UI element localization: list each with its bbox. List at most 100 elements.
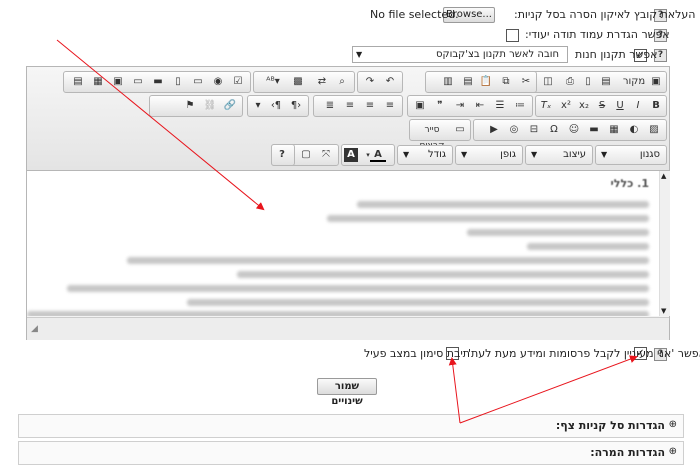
floating-cart-section[interactable]: ⊕ הגדרות סל קניות צף:	[18, 414, 684, 438]
blockquote-icon[interactable]: ❞	[432, 98, 448, 114]
font-combo-label: גופן	[500, 149, 516, 160]
image-icon[interactable]: ▨	[646, 122, 662, 138]
maximize-icon[interactable]: ⤧	[318, 147, 334, 163]
preview-icon[interactable]: ◫	[540, 74, 556, 90]
align-justify-icon[interactable]: ≣	[322, 98, 338, 114]
language-icon[interactable]: ▾	[250, 98, 266, 114]
format-combo[interactable]: עיצוב ▼	[525, 145, 593, 165]
paste-word-icon[interactable]: ▥	[440, 74, 456, 90]
find-icon[interactable]: ⌕	[334, 74, 350, 90]
chevron-down-icon[interactable]: ▾	[360, 147, 376, 163]
undo-icon[interactable]: ↶	[382, 74, 398, 90]
size-combo-label: גודל	[428, 149, 446, 160]
editor-scrollbar[interactable]: ▲ ▼	[659, 171, 670, 316]
chevron-down-icon[interactable]: ▼	[661, 307, 666, 315]
conversion-section[interactable]: ⊕ הגדרות המרה:	[18, 441, 684, 465]
chevron-up-icon[interactable]: ▲	[661, 172, 666, 180]
file-manager-group: סייר קבצים ▭	[409, 119, 471, 151]
font-combo[interactable]: גופן ▼	[455, 145, 523, 165]
paste-icon[interactable]: 📋	[478, 74, 494, 90]
color-group: A ▾ A	[341, 144, 395, 166]
checkbox-tool-icon[interactable]: ☑	[230, 74, 246, 90]
save-changes-button[interactable]: שמור שינויים	[317, 378, 377, 407]
unlink-icon[interactable]: ⛓	[202, 98, 218, 114]
text-style-group: B I U S x₂ x² Tₓ	[535, 95, 667, 117]
bulleted-list-icon[interactable]: ☰	[492, 98, 508, 114]
subscript-icon[interactable]: x₂	[576, 98, 592, 114]
iframe-icon[interactable]: ◎	[506, 122, 522, 138]
editor-content[interactable]: 1. כללי	[27, 171, 659, 316]
print-icon[interactable]: ⎙	[562, 74, 578, 90]
rtl-icon[interactable]: ‹¶	[268, 98, 284, 114]
image-button-tool-icon[interactable]: ▣	[110, 74, 126, 90]
superscript-icon[interactable]: x²	[558, 98, 574, 114]
size-combo[interactable]: גודל ▼	[397, 145, 453, 165]
save-icon[interactable]: ▤	[598, 74, 614, 90]
underline-icon[interactable]: U	[612, 98, 628, 114]
youtube-icon[interactable]: ▶	[486, 122, 502, 138]
replace-icon[interactable]: ⇄	[314, 74, 330, 90]
anchor-icon[interactable]: ⚑	[182, 98, 198, 114]
custom-thankyou-checkbox[interactable]	[506, 29, 519, 42]
italic-icon[interactable]: I	[630, 98, 646, 114]
resize-grip-icon[interactable]: ◢	[31, 324, 38, 334]
decrease-indent-icon[interactable]: ⇤	[472, 98, 488, 114]
special-char-icon[interactable]: Ω	[546, 122, 562, 138]
terms-select-value: חובה לאשר תקנון בצ'קבוקס	[436, 49, 559, 60]
about-icon[interactable]: ?	[274, 147, 290, 163]
button-tool-icon[interactable]: ▭	[130, 74, 146, 90]
chevron-down-icon: ▼	[531, 150, 538, 159]
find-group: ⌕ ⇄ ▩ ᴬᴮ▾	[253, 71, 355, 93]
horizontal-line-icon[interactable]: ▬	[586, 122, 602, 138]
form-tool-icon[interactable]: ▤	[70, 74, 86, 90]
link-icon[interactable]: 🔗	[222, 98, 238, 114]
styles-combo[interactable]: סגנון ▼	[595, 145, 667, 165]
file-status: No file selected.	[370, 8, 459, 21]
textarea-tool-icon[interactable]: ▯	[170, 74, 186, 90]
smiley-icon[interactable]: ☺	[566, 122, 582, 138]
align-left-icon[interactable]: ≡	[382, 98, 398, 114]
page-break-icon[interactable]: ⊟	[526, 122, 542, 138]
numbered-list-icon[interactable]: ≔	[512, 98, 528, 114]
content-heading: 1. כללי	[610, 177, 649, 190]
chevron-down-icon: ▼	[601, 150, 608, 159]
align-group: ≡ ≡ ≡ ≣	[313, 95, 403, 117]
textfield-tool-icon[interactable]: ▭	[190, 74, 206, 90]
expand-icon[interactable]: ⊕	[669, 419, 677, 430]
rich-text-editor: ▣ מקור ▤ ▯ ⎙ ◫ ▦ ✂ ⧉ 📋 ▤ ▥ ↶ ↷ ⌕ ⇄ ▩ ᴬᴮ▾…	[26, 66, 670, 340]
source-button[interactable]: מקור	[620, 74, 648, 90]
strike-icon[interactable]: S	[594, 98, 610, 114]
bold-icon[interactable]: B	[648, 98, 664, 114]
chevron-down-icon: ▼	[356, 50, 363, 59]
redo-icon[interactable]: ↷	[362, 74, 378, 90]
ltr-icon[interactable]: ¶›	[288, 98, 304, 114]
custom-thankyou-label: אפשר הגדרת עמוד תודה יעודי:	[525, 28, 670, 41]
increase-indent-icon[interactable]: ⇥	[452, 98, 468, 114]
terms-label: אפשר תקנון חנות	[575, 48, 658, 61]
upload-label: העלאת קובץ לאיקון הסרה בסל קניות:	[514, 8, 696, 21]
align-center-icon[interactable]: ≡	[362, 98, 378, 114]
new-page-icon[interactable]: ▯	[580, 74, 596, 90]
editor-toolbar: ▣ מקור ▤ ▯ ⎙ ◫ ▦ ✂ ⧉ 📋 ▤ ▥ ↶ ↷ ⌕ ⇄ ▩ ᴬᴮ▾…	[27, 67, 669, 171]
select-tool-icon[interactable]: ▬	[150, 74, 166, 90]
file-manager-button[interactable]: סייר קבצים	[412, 122, 452, 151]
paste-text-icon[interactable]: ▤	[460, 74, 476, 90]
div-container-icon[interactable]: ▣	[412, 98, 428, 114]
select-all-icon[interactable]: ▩	[290, 74, 306, 90]
align-right-icon[interactable]: ≡	[342, 98, 358, 114]
cut-icon[interactable]: ✂	[518, 74, 534, 90]
folder-icon[interactable]: ▭	[452, 122, 468, 138]
terms-select[interactable]: חובה לאשר תקנון בצ'קבוקס ▼	[352, 46, 568, 63]
show-blocks-icon[interactable]: ▢	[298, 147, 314, 163]
source-icon[interactable]: ▣	[648, 74, 664, 90]
bg-color-icon[interactable]: A	[344, 148, 358, 162]
table-icon[interactable]: ▦	[606, 122, 622, 138]
hidden-field-tool-icon[interactable]: ▦	[90, 74, 106, 90]
copy-icon[interactable]: ⧉	[498, 74, 514, 90]
format-combo-label: עיצוב	[563, 149, 586, 160]
remove-format-icon[interactable]: Tₓ	[538, 98, 554, 114]
flash-icon[interactable]: ◐	[626, 122, 642, 138]
spellcheck-icon[interactable]: ᴬᴮ▾	[260, 74, 286, 90]
radio-tool-icon[interactable]: ◉	[210, 74, 226, 90]
expand-icon[interactable]: ⊕	[669, 446, 677, 457]
